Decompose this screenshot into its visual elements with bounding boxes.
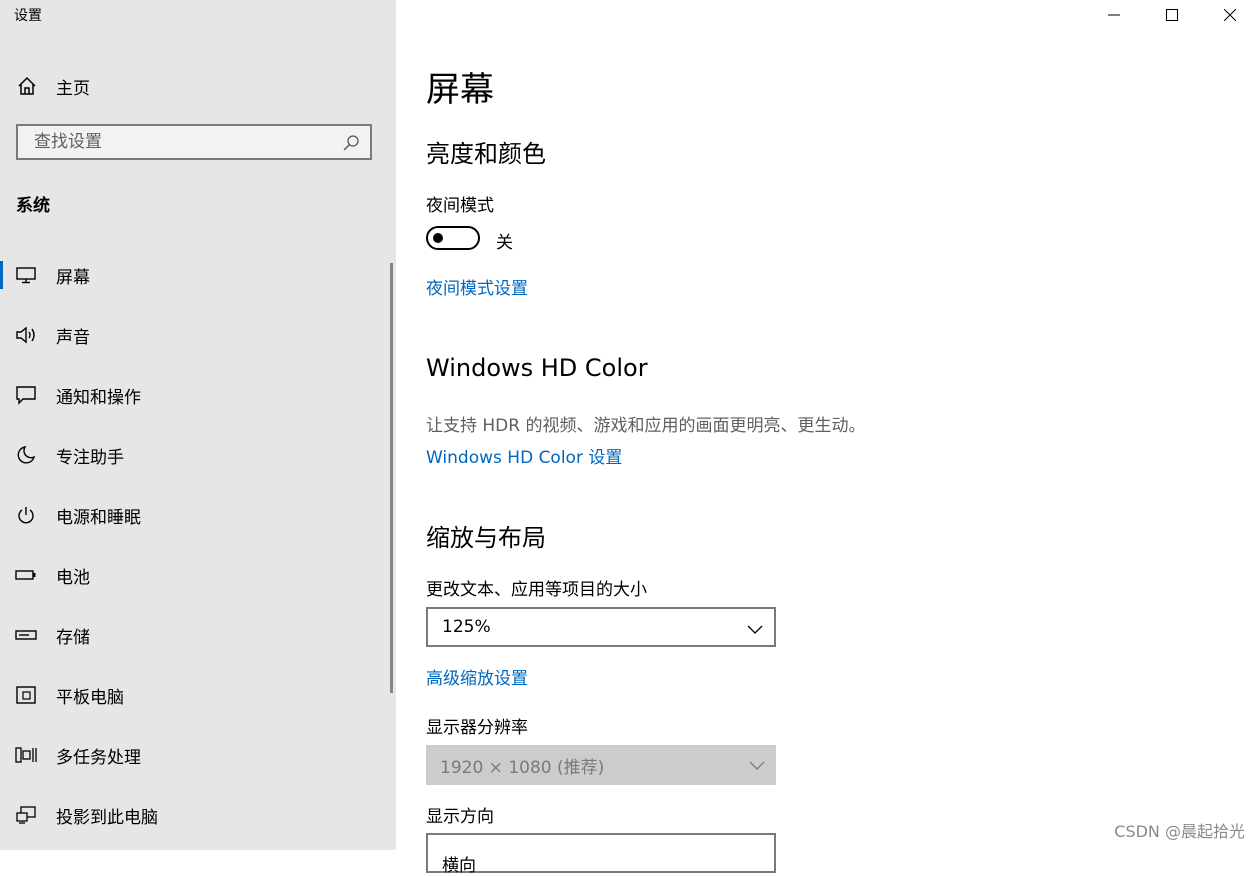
page-title: 屏幕 [426,70,494,110]
message-icon [14,384,38,406]
sidebar-item-label: 平板电脑 [56,687,124,708]
sidebar-item-power[interactable]: 电源和睡眠 [0,485,390,545]
sidebar-item-storage[interactable]: 存储 [0,605,390,665]
hdr-section-heading: Windows HD Color [426,354,648,382]
search-input[interactable] [32,131,336,153]
home-label: 主页 [56,78,90,99]
storage-icon [14,624,38,646]
advanced-scaling-link[interactable]: 高级缩放设置 [426,664,528,689]
sidebar: 设置 主页 系统 屏幕 声音 通知和操作 [0,0,396,850]
sidebar-item-label: 投影到此电脑 [56,807,158,828]
sidebar-item-label: 专注助手 [56,447,124,468]
sidebar-item-focus-assist[interactable]: 专注助手 [0,425,390,485]
sidebar-item-notifications[interactable]: 通知和操作 [0,365,390,425]
maximize-button[interactable] [1143,0,1201,30]
sidebar-item-label: 存储 [56,627,90,648]
hdr-description: 让支持 HDR 的视频、游戏和应用的画面更明亮、更生动。 [426,416,866,436]
sidebar-item-label: 屏幕 [56,267,90,288]
sidebar-item-multitasking[interactable]: 多任务处理 [0,725,390,785]
toggle-knob [433,233,443,243]
resolution-dropdown[interactable]: 1920 × 1080 (推荐) [426,745,776,785]
project-icon [14,804,38,826]
close-icon [1224,9,1236,21]
orientation-dropdown[interactable]: 横向 [426,833,776,876]
maximize-icon [1166,9,1178,21]
night-mode-state: 关 [496,233,513,253]
brightness-section-heading: 亮度和颜色 [426,140,546,168]
sidebar-home[interactable]: 主页 [16,72,90,100]
watermark: CSDN @晨起拾光 [1114,822,1245,841]
monitor-icon [14,264,38,286]
sidebar-item-label: 电池 [56,567,90,588]
hdr-settings-link[interactable]: Windows HD Color 设置 [426,443,622,468]
sidebar-item-label: 电源和睡眠 [56,507,141,528]
sidebar-nav: 屏幕 声音 通知和操作 专注助手 电源和睡眠 电池 存储 平板电脑 多任务处理 … [0,245,390,845]
section-label: 系统 [16,196,50,216]
close-button[interactable] [1201,0,1259,30]
app-title: 设置 [14,8,42,24]
tablet-icon [14,684,38,706]
sidebar-item-display[interactable]: 屏幕 [0,245,390,305]
sidebar-item-battery[interactable]: 电池 [0,545,390,605]
minimize-icon [1108,14,1120,16]
sidebar-item-project[interactable]: 投影到此电脑 [0,785,390,845]
orientation-value: 横向 [442,855,476,876]
search-icon[interactable] [342,134,360,152]
window-controls [1085,0,1259,30]
night-mode-toggle[interactable] [426,226,480,250]
multitask-icon [14,744,38,766]
resolution-label: 显示器分辨率 [426,718,528,738]
text-size-value: 125% [442,617,491,637]
orientation-label: 显示方向 [426,807,494,827]
home-icon [16,75,38,97]
power-icon [14,504,38,526]
resolution-value: 1920 × 1080 (推荐) [440,757,605,778]
sidebar-item-label: 多任务处理 [56,747,141,768]
night-mode-settings-link[interactable]: 夜间模式设置 [426,274,528,299]
speaker-icon [14,324,38,346]
sidebar-item-label: 声音 [56,327,90,348]
moon-icon [14,444,38,466]
night-mode-label: 夜间模式 [426,196,494,216]
chevron-down-icon [748,757,766,773]
main-content: 屏幕 亮度和颜色 夜间模式 关 夜间模式设置 Windows HD Color … [426,0,1246,876]
sidebar-scrollbar[interactable] [390,263,393,693]
text-size-dropdown[interactable]: 125% [426,607,776,647]
sidebar-item-tablet[interactable]: 平板电脑 [0,665,390,725]
minimize-button[interactable] [1085,0,1143,30]
battery-icon [14,564,38,586]
chevron-down-icon [746,621,764,637]
search-box[interactable] [16,124,372,160]
sidebar-item-label: 通知和操作 [56,387,141,408]
sidebar-item-sound[interactable]: 声音 [0,305,390,365]
scale-section-heading: 缩放与布局 [426,524,546,552]
text-size-label: 更改文本、应用等项目的大小 [426,580,647,600]
